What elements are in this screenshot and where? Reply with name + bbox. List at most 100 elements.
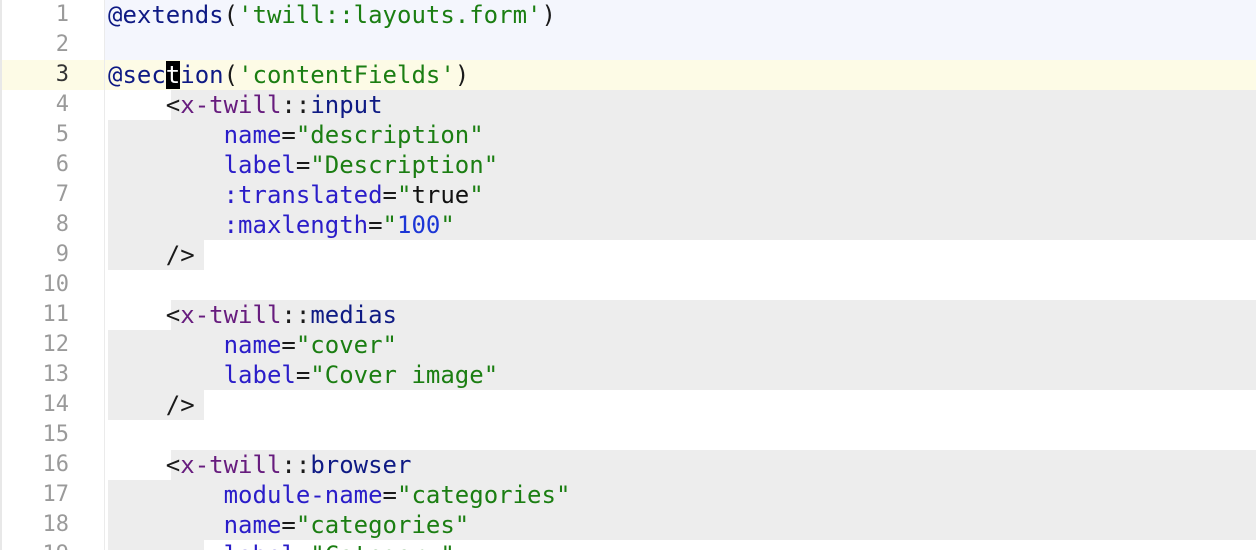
- code-text[interactable]: :translated="true": [108, 180, 484, 210]
- code-token: />: [165, 391, 195, 419]
- line-number: 17: [42, 482, 70, 507]
- code-text[interactable]: <x-twill::medias: [108, 300, 397, 330]
- code-token: =: [281, 331, 296, 359]
- code-token: ion: [180, 61, 224, 89]
- code-token: label: [223, 361, 296, 389]
- code-line[interactable]: 14 />: [0, 390, 1256, 420]
- code-token: input: [310, 91, 383, 119]
- code-text[interactable]: name="categories": [108, 510, 470, 540]
- code-text[interactable]: @section('contentFields'): [108, 60, 469, 90]
- code-line[interactable]: 5 name="description": [0, 120, 1256, 150]
- line-number: 13: [42, 362, 70, 387]
- code-token: ::: [281, 451, 311, 479]
- line-number: 14: [42, 392, 70, 417]
- code-line[interactable]: 1 @extends('twill::layouts.form'): [0, 0, 1256, 30]
- code-text[interactable]: label="Category": [108, 540, 455, 550]
- code-token: "categories": [295, 511, 470, 539]
- code-line[interactable]: 9 />: [0, 240, 1256, 270]
- code-line[interactable]: 12 name="cover": [0, 330, 1256, 360]
- code-token: x-twill: [180, 91, 282, 119]
- code-line[interactable]: 15: [0, 420, 1256, 450]
- code-token: ": [397, 181, 412, 209]
- line-number: 1: [55, 2, 69, 27]
- code-token: "Category": [310, 541, 455, 550]
- code-line[interactable]: 7 :translated="true": [0, 180, 1256, 210]
- code-token: label: [224, 541, 296, 550]
- code-editor[interactable]: 1 @extends('twill::layouts.form')23 @secti…: [0, 0, 1256, 550]
- code-token: x-twill: [180, 301, 282, 329]
- code-token: x-twill: [180, 451, 282, 479]
- code-text[interactable]: label="Description": [108, 150, 499, 180]
- code-line[interactable]: 13 label="Cover image": [0, 360, 1256, 390]
- code-token: ::: [281, 301, 311, 329]
- code-token: true: [411, 181, 470, 209]
- code-token: 'contentFields': [238, 61, 455, 89]
- code-token: (: [223, 61, 239, 89]
- code-text[interactable]: />: [108, 240, 195, 270]
- code-token: =: [368, 211, 383, 239]
- code-line[interactable]: 11 <x-twill::medias: [0, 300, 1256, 330]
- code-text[interactable]: name="description": [108, 120, 484, 150]
- code-token: name: [223, 511, 282, 539]
- code-token: @sec: [108, 61, 166, 89]
- code-token: label: [223, 151, 296, 179]
- code-token: medias: [310, 301, 398, 329]
- code-line[interactable]: 4 <x-twill::input: [0, 90, 1256, 120]
- code-text[interactable]: @extends('twill::layouts.form'): [108, 0, 556, 30]
- line-number: 7: [55, 182, 69, 207]
- code-token: "categories": [397, 481, 571, 509]
- code-token: <: [165, 91, 181, 119]
- line-highlight: [105, 270, 1256, 300]
- line-highlight: [105, 420, 1256, 450]
- code-token: "cover": [295, 331, 397, 359]
- code-line[interactable]: 18 name="categories": [0, 510, 1256, 540]
- code-token: "Cover image": [310, 361, 499, 389]
- code-token: =: [382, 481, 397, 509]
- code-text[interactable]: :maxlength="100": [108, 210, 455, 240]
- code-line[interactable]: 2: [0, 30, 1256, 60]
- line-number: 5: [55, 122, 69, 147]
- code-line[interactable]: 6 label="Description": [0, 150, 1256, 180]
- code-text[interactable]: <x-twill::browser: [108, 450, 412, 480]
- code-token: 'twill::layouts.form': [238, 1, 542, 29]
- code-line[interactable]: 3 @section('contentFields'): [0, 60, 1256, 90]
- line-number: 15: [42, 422, 70, 447]
- code-token: =: [382, 181, 397, 209]
- code-token: =: [281, 121, 296, 149]
- line-number: 2: [55, 32, 69, 57]
- code-token: :maxlength: [223, 211, 369, 239]
- code-text[interactable]: label="Cover image": [108, 360, 499, 390]
- code-token: "description": [295, 121, 484, 149]
- code-text[interactable]: <x-twill::input: [108, 90, 383, 120]
- code-token: 100: [397, 211, 441, 239]
- line-number: 16: [42, 452, 70, 477]
- code-token: :translated: [223, 181, 383, 209]
- code-line[interactable]: 8 :maxlength="100": [0, 210, 1256, 240]
- code-token: ": [382, 211, 397, 239]
- line-number: 18: [42, 512, 70, 537]
- text-caret: t: [165, 61, 181, 89]
- code-token: browser: [310, 451, 412, 479]
- code-token: module-name: [223, 481, 383, 509]
- code-line[interactable]: 10: [0, 270, 1256, 300]
- code-lines[interactable]: 1 @extends('twill::layouts.form')23 @secti…: [0, 0, 1256, 550]
- code-line[interactable]: 19 label="Category": [0, 540, 1256, 550]
- code-token: <: [165, 451, 181, 479]
- code-text[interactable]: name="cover": [108, 330, 397, 360]
- code-text[interactable]: />: [108, 390, 195, 420]
- line-number: 6: [55, 152, 69, 177]
- code-token: <: [165, 301, 181, 329]
- code-text[interactable]: module-name="categories": [108, 480, 571, 510]
- code-line[interactable]: 17 module-name="categories": [0, 480, 1256, 510]
- line-number: 10: [42, 272, 70, 297]
- code-line[interactable]: 16 <x-twill::browser: [0, 450, 1256, 480]
- code-token: />: [165, 241, 195, 269]
